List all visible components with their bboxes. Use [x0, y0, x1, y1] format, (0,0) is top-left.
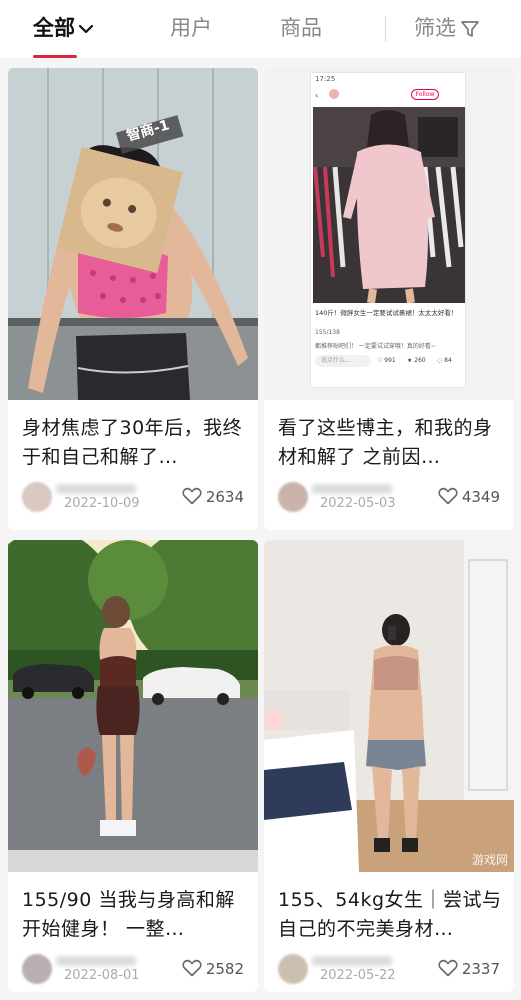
active-tab-indicator	[33, 55, 77, 58]
post-card[interactable]: 游戏网 155、54kg女生｜尝试与自己的不完美身材… 2022-05-22 2…	[264, 540, 514, 992]
tab-products[interactable]: 商品	[280, 12, 322, 44]
top-tab-bar: 全部 用户 商品 筛选	[0, 0, 521, 58]
post-card[interactable]: 17:25 ‹ Follow 140斤！微胖女生一定要试试裹裙！太太太好看！ 1…	[264, 68, 514, 530]
post-image: 17:25 ‹ Follow 140斤！微胖女生一定要试试裹裙！太太太好看！ 1…	[264, 68, 514, 400]
author-name-blurred	[312, 484, 392, 494]
screenshot-likes: ♡ 991	[377, 357, 396, 364]
like-button[interactable]: 4349	[438, 486, 500, 508]
post-title[interactable]: 身材焦虑了30年后，我终于和自己和解了…	[22, 414, 248, 472]
screenshot-sub: 155/138	[315, 329, 340, 336]
post-title[interactable]: 155/90 当我与身高和解 开始健身！ 一整…	[22, 886, 248, 944]
divider	[385, 16, 386, 42]
post-meta: 2022-05-03 4349	[264, 482, 514, 514]
watermark: 游戏网	[471, 853, 508, 867]
chevron-down-icon	[78, 24, 94, 34]
post-meta: 2022-05-22 2337	[264, 954, 514, 986]
post-meta: 2022-08-01 2582	[8, 954, 258, 986]
embedded-screenshot: 17:25 ‹ Follow 140斤！微胖女生一定要试试裹裙！太太太好看！ 1…	[310, 72, 466, 388]
status-time: 17:25	[315, 75, 336, 83]
avatar[interactable]	[22, 482, 52, 512]
post-image: 游戏网	[264, 540, 514, 872]
post-date: 2022-05-22	[320, 968, 396, 983]
post-date: 2022-08-01	[64, 968, 140, 983]
post-image	[8, 540, 258, 872]
filter-button[interactable]: 筛选	[414, 12, 480, 44]
screenshot-comments: ◌ 84	[437, 357, 452, 364]
like-count: 2582	[205, 960, 244, 978]
follow-button: Follow	[411, 89, 439, 100]
author-name-blurred	[312, 956, 392, 966]
screenshot-header: ‹ Follow	[315, 87, 463, 103]
tab-users[interactable]: 用户	[170, 12, 212, 44]
screenshot-comment: 都推荐贴吧们！ 一定要试试穿哦！真的好看~	[315, 343, 436, 350]
avatar[interactable]	[278, 482, 308, 512]
post-meta: 2022-10-09 2634	[8, 482, 258, 514]
tab-all[interactable]: 全部	[33, 12, 95, 44]
post-title[interactable]: 155、54kg女生｜尝试与自己的不完美身材…	[278, 886, 504, 944]
post-card[interactable]: 155/90 当我与身高和解 开始健身！ 一整… 2022-08-01 2582	[8, 540, 258, 992]
post-title[interactable]: 看了这些博主，和我的身材和解了 之前因…	[278, 414, 504, 472]
filter-label: 筛选	[414, 16, 456, 40]
screenshot-input: 说点什么...	[315, 355, 371, 367]
heart-icon	[182, 959, 202, 977]
like-button[interactable]: 2634	[182, 486, 244, 508]
avatar	[329, 89, 339, 99]
post-date: 2022-05-03	[320, 496, 396, 511]
heart-icon	[438, 487, 458, 505]
like-button[interactable]: 2582	[182, 958, 244, 980]
tab-all-label: 全部	[33, 16, 75, 40]
post-date: 2022-10-09	[64, 496, 140, 511]
author-name-blurred	[56, 484, 136, 494]
like-button[interactable]: 2337	[438, 958, 500, 980]
author-name-blurred	[56, 956, 136, 966]
like-count: 2337	[461, 960, 500, 978]
filter-icon	[461, 21, 479, 37]
heart-icon	[182, 487, 202, 505]
post-card[interactable]: 智商-1 身材焦虑了30年后，我终于和自己和解了… 2022-10-09 263…	[8, 68, 258, 530]
heart-icon	[438, 959, 458, 977]
like-count: 2634	[205, 488, 244, 506]
avatar[interactable]	[278, 954, 308, 984]
screenshot-stars: ★ 260	[407, 357, 426, 364]
post-image: 智商-1	[8, 68, 258, 400]
like-count: 4349	[461, 488, 500, 506]
screenshot-caption: 140斤！微胖女生一定要试试裹裙！太太太好看！	[315, 309, 458, 317]
avatar[interactable]	[22, 954, 52, 984]
